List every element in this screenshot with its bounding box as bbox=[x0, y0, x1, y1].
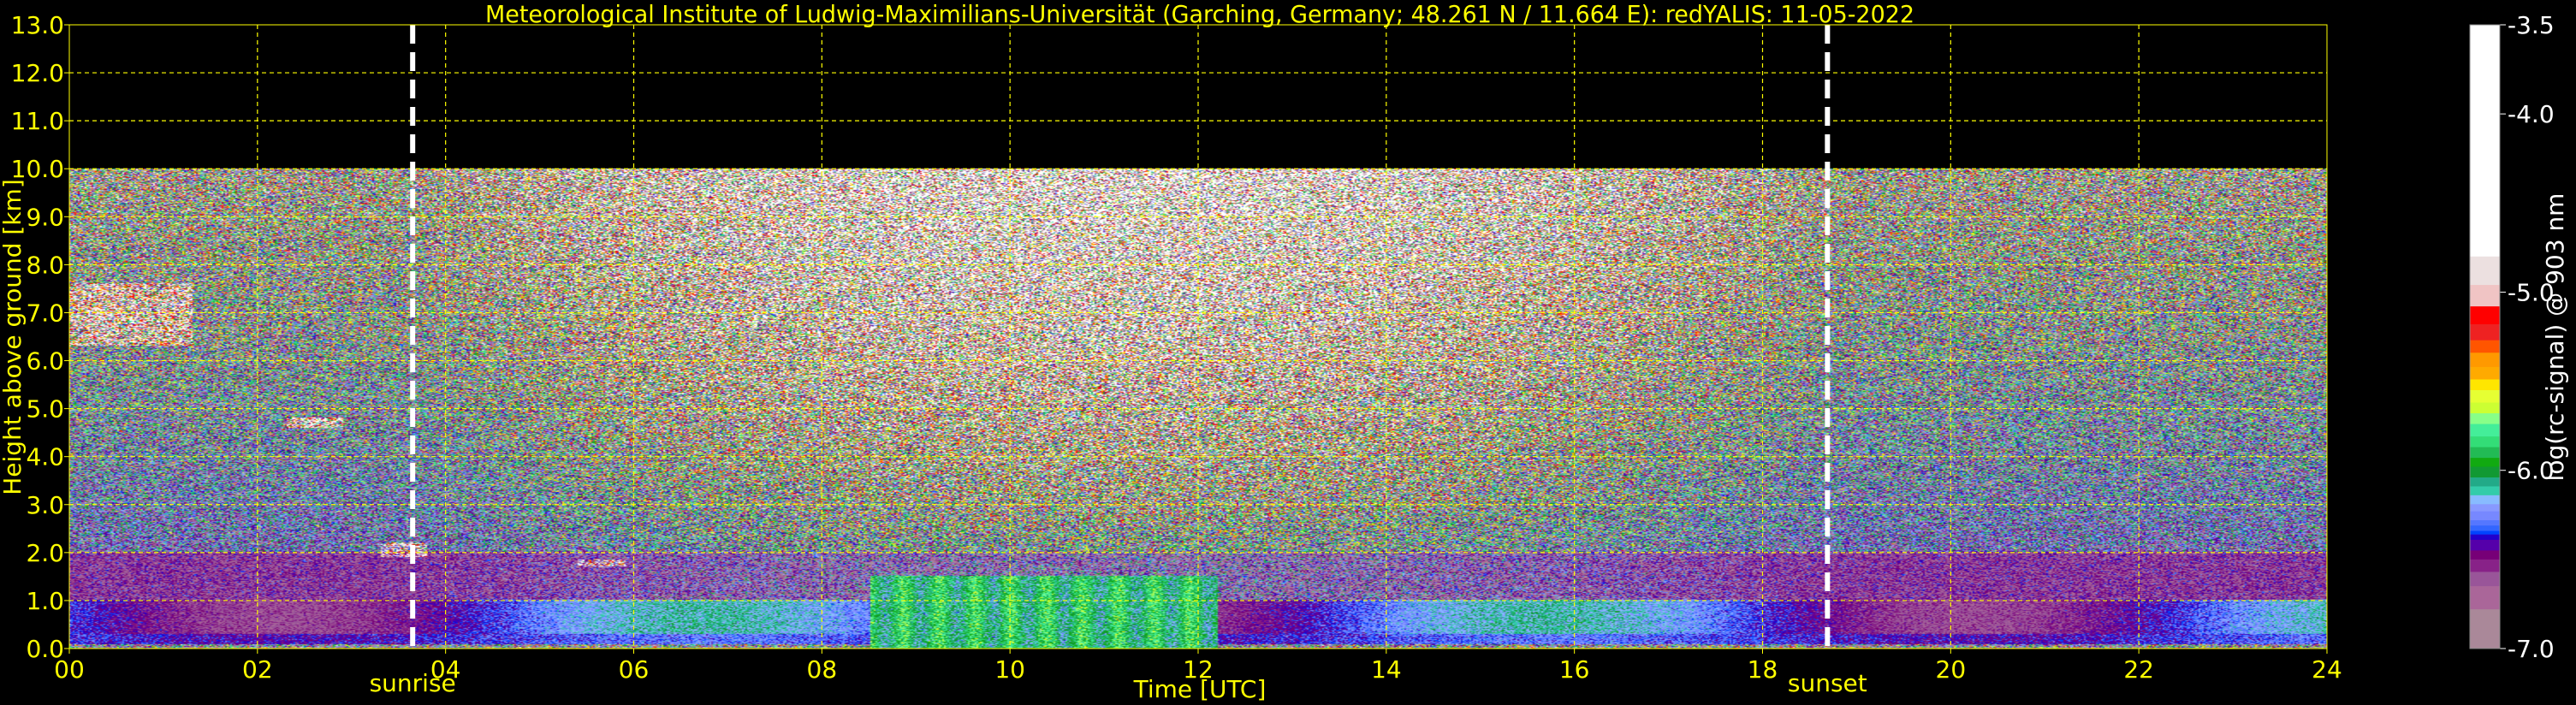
colorbar-band bbox=[2470, 352, 2500, 368]
colorbar-band bbox=[2470, 520, 2500, 526]
colorbar-band bbox=[2470, 458, 2500, 468]
colorbar-band bbox=[2470, 495, 2500, 505]
lidar-quicklook: Meteorological Institute of Ludwig-Maxim… bbox=[0, 0, 2576, 705]
colorbar-band bbox=[2470, 534, 2500, 541]
chart-title: Meteorological Institute of Ludwig-Maxim… bbox=[485, 0, 1914, 28]
colorbar-band bbox=[2470, 323, 2500, 341]
y-tick-label: 5.0 bbox=[26, 395, 64, 424]
y-tick-label: 11.0 bbox=[11, 107, 64, 135]
colorbar-band bbox=[2470, 477, 2500, 487]
colorbar-band bbox=[2470, 586, 2500, 610]
x-tick-label: 06 bbox=[619, 655, 650, 684]
colorbar-band bbox=[2470, 550, 2500, 560]
colorbar-band bbox=[2470, 366, 2500, 380]
y-tick-label: 3.0 bbox=[26, 491, 64, 519]
colorbar-tick-label: -3.5 bbox=[2508, 11, 2555, 39]
colorbar-band bbox=[2470, 436, 2500, 448]
y-tick-label: 7.0 bbox=[26, 299, 64, 327]
x-tick-label: 04 bbox=[430, 655, 461, 684]
colorbar-band bbox=[2470, 530, 2500, 536]
colorbar-band bbox=[2470, 306, 2500, 325]
x-tick-label: 16 bbox=[1559, 655, 1590, 684]
colorbar-tick-label: -7.0 bbox=[2508, 635, 2555, 663]
colorbar-band bbox=[2470, 256, 2500, 286]
y-tick-label: 1.0 bbox=[26, 587, 64, 615]
x-axis-label: Time [UTC] bbox=[1133, 675, 1267, 703]
x-tick-label: 02 bbox=[242, 655, 273, 684]
x-tick-label: 18 bbox=[1748, 655, 1778, 684]
y-tick-label: 9.0 bbox=[26, 203, 64, 231]
colorbar-band bbox=[2470, 413, 2500, 425]
y-tick-label: 2.0 bbox=[26, 539, 64, 567]
y-tick-label: 13.0 bbox=[11, 11, 64, 39]
sunset-label: sunset bbox=[1788, 669, 1867, 697]
colorbar-band bbox=[2470, 402, 2500, 414]
x-tick-label: 10 bbox=[994, 655, 1025, 684]
axis-ticks: 00 02 04 06 08 10 12 14 16 18 20 22 240.01.02.03.04.… bbox=[11, 11, 2342, 684]
colorbar-band bbox=[2470, 559, 2500, 572]
colorbar-band bbox=[2470, 447, 2500, 459]
y-axis-label: Height above ground [km] bbox=[0, 179, 27, 495]
colorbar-band bbox=[2470, 609, 2500, 649]
colorbar-band bbox=[2470, 389, 2500, 404]
x-tick-label: 08 bbox=[807, 655, 838, 684]
y-tick-label: 6.0 bbox=[26, 347, 64, 376]
chart-overlay: Meteorological Institute of Ludwig-Maxim… bbox=[0, 0, 2569, 703]
colorbar-band bbox=[2470, 504, 2500, 512]
colorbar-band bbox=[2470, 285, 2500, 307]
colorbar-tick-label: -4.0 bbox=[2508, 100, 2555, 128]
colorbar-band bbox=[2470, 486, 2500, 496]
colorbar-band bbox=[2470, 25, 2500, 258]
colorbar-band bbox=[2470, 525, 2500, 532]
y-tick-label: 12.0 bbox=[11, 59, 64, 87]
colorbar-band bbox=[2470, 379, 2500, 391]
y-tick-label: 0.0 bbox=[26, 635, 64, 663]
colorbar-label: log(rc-signal) @ 903 nm bbox=[2541, 193, 2569, 482]
y-tick-label: 4.0 bbox=[26, 443, 64, 471]
grid-lines bbox=[69, 25, 2327, 649]
colorbar-band bbox=[2470, 466, 2500, 478]
colorbar-band bbox=[2470, 424, 2500, 437]
x-tick-label: 24 bbox=[2312, 655, 2342, 684]
colorbar-band bbox=[2470, 539, 2500, 551]
colorbar-band bbox=[2470, 340, 2500, 353]
colorbar-band bbox=[2470, 572, 2500, 587]
x-tick-label: 20 bbox=[1936, 655, 1967, 684]
colorbar-band bbox=[2470, 511, 2500, 521]
x-tick-label: 22 bbox=[2123, 655, 2154, 684]
x-tick-label: 14 bbox=[1371, 655, 1402, 684]
y-tick-label: 8.0 bbox=[26, 251, 64, 279]
